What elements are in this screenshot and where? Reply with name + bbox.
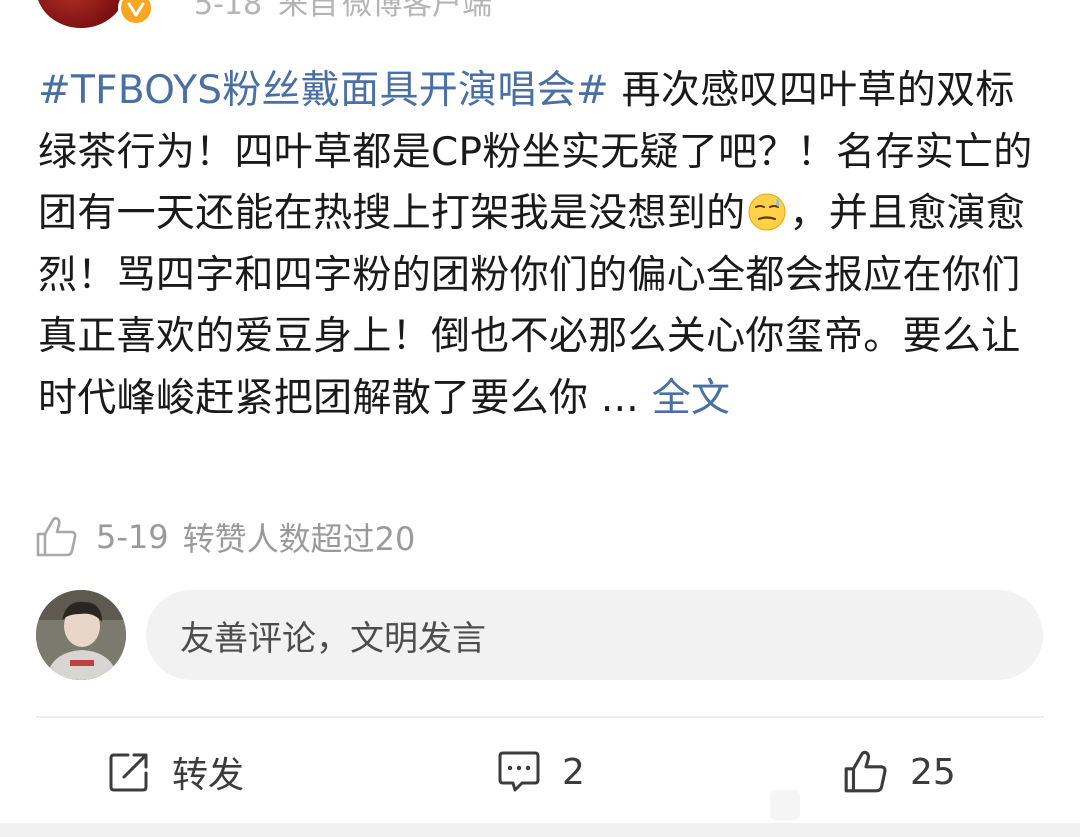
bottom-strip [0, 823, 1080, 837]
comment-count: 2 [562, 751, 585, 793]
post-source: 微博客户端 [342, 0, 493, 22]
divider [36, 716, 1044, 718]
post-meta: 5-18 来自 微博客户端 [194, 0, 508, 22]
author-avatar[interactable] [36, 0, 126, 28]
post-date: 5-18 [194, 0, 263, 22]
post-source-prefix: 来自 [278, 0, 339, 22]
author-row: 5-18 来自 微博客户端 [0, 0, 1080, 28]
repost-icon [109, 753, 148, 792]
comment-icon [498, 751, 540, 792]
like-count: 25 [910, 751, 956, 793]
full-text-link[interactable]: 全文 [652, 376, 731, 421]
weibo-post-page: 5-18 来自 微博客户端 #TFBOYS粉丝戴面具开演唱会# 再次感叹四叶草的双标… [0, 0, 1080, 837]
comment-input[interactable]: 友善评论，文明发言 [146, 590, 1043, 680]
hashtag-link[interactable]: #TFBOYS粉丝戴面具开演唱会# [38, 68, 609, 113]
verified-badge-icon [118, 0, 154, 26]
like-summary-date: 5-19 [96, 518, 169, 556]
repost-label: 转发 [172, 755, 245, 796]
thumb-up-icon [36, 516, 77, 557]
post-text: #TFBOYS粉丝戴面具开演唱会# 再次感叹四叶草的双标绿茶行为！四叶草都是CP… [38, 60, 1038, 429]
commenter-avatar[interactable] [36, 590, 126, 680]
like-button[interactable]: 25 [842, 742, 956, 802]
watermark-icon [770, 790, 800, 820]
sweat-smile-emoji-icon [748, 193, 786, 231]
like-icon [844, 750, 887, 793]
like-summary-text: 转赞人数超过20 [182, 520, 416, 558]
comment-button[interactable]: 2 [496, 742, 585, 802]
like-summary-row: 5-19 转赞人数超过20 [34, 512, 429, 562]
repost-button[interactable]: 转发 [106, 742, 244, 802]
comment-placeholder: 友善评论，文明发言 [180, 618, 486, 659]
